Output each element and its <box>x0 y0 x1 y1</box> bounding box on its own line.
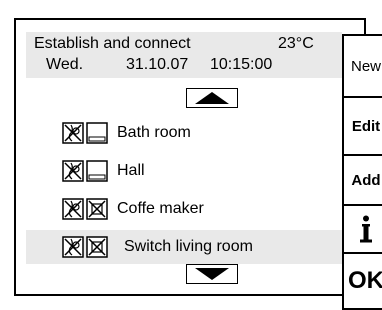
lamp-off-icon <box>62 122 84 144</box>
scroll-up-button[interactable] <box>186 88 238 108</box>
scroll-down-button[interactable] <box>186 264 238 284</box>
weekday: Wed. <box>46 56 84 73</box>
lamp-off-icon <box>62 198 84 220</box>
new-button[interactable]: New <box>342 34 382 98</box>
list-item[interactable]: Bath room <box>26 116 342 150</box>
checkbox-checked[interactable] <box>86 236 108 258</box>
info-button[interactable] <box>342 204 382 254</box>
triangle-up-icon <box>195 92 229 104</box>
control-panel-screen: Establish and connect 23°C Wed. 31.10.07… <box>14 18 382 310</box>
ok-button[interactable]: OK <box>342 252 382 310</box>
lamp-off-icon <box>62 236 84 258</box>
list-item[interactable]: Coffe maker <box>26 192 342 226</box>
list-item[interactable]: Hall <box>26 154 342 188</box>
status-header: Establish and connect 23°C Wed. 31.10.07… <box>26 32 342 78</box>
temperature-readout: 23°C <box>278 35 314 52</box>
list-item-label: Coffe maker <box>117 200 204 217</box>
edit-button[interactable]: Edit <box>342 96 382 156</box>
triangle-down-icon <box>195 268 229 280</box>
checkbox-checked[interactable] <box>86 198 108 220</box>
info-icon <box>360 215 372 243</box>
checkbox-unchecked[interactable] <box>86 122 108 144</box>
lamp-off-icon <box>62 160 84 182</box>
checkbox-unchecked[interactable] <box>86 160 108 182</box>
list-item-label: Hall <box>117 162 145 179</box>
date: 31.10.07 <box>126 56 189 73</box>
list-item-label: Bath room <box>117 124 191 141</box>
clock: 10:15:00 <box>210 56 273 73</box>
list-item-label: Switch living room <box>124 238 253 255</box>
list-item-selected[interactable]: Switch living room <box>26 230 342 264</box>
connection-status: Establish and connect <box>34 35 191 52</box>
add-button[interactable]: Add <box>342 154 382 206</box>
